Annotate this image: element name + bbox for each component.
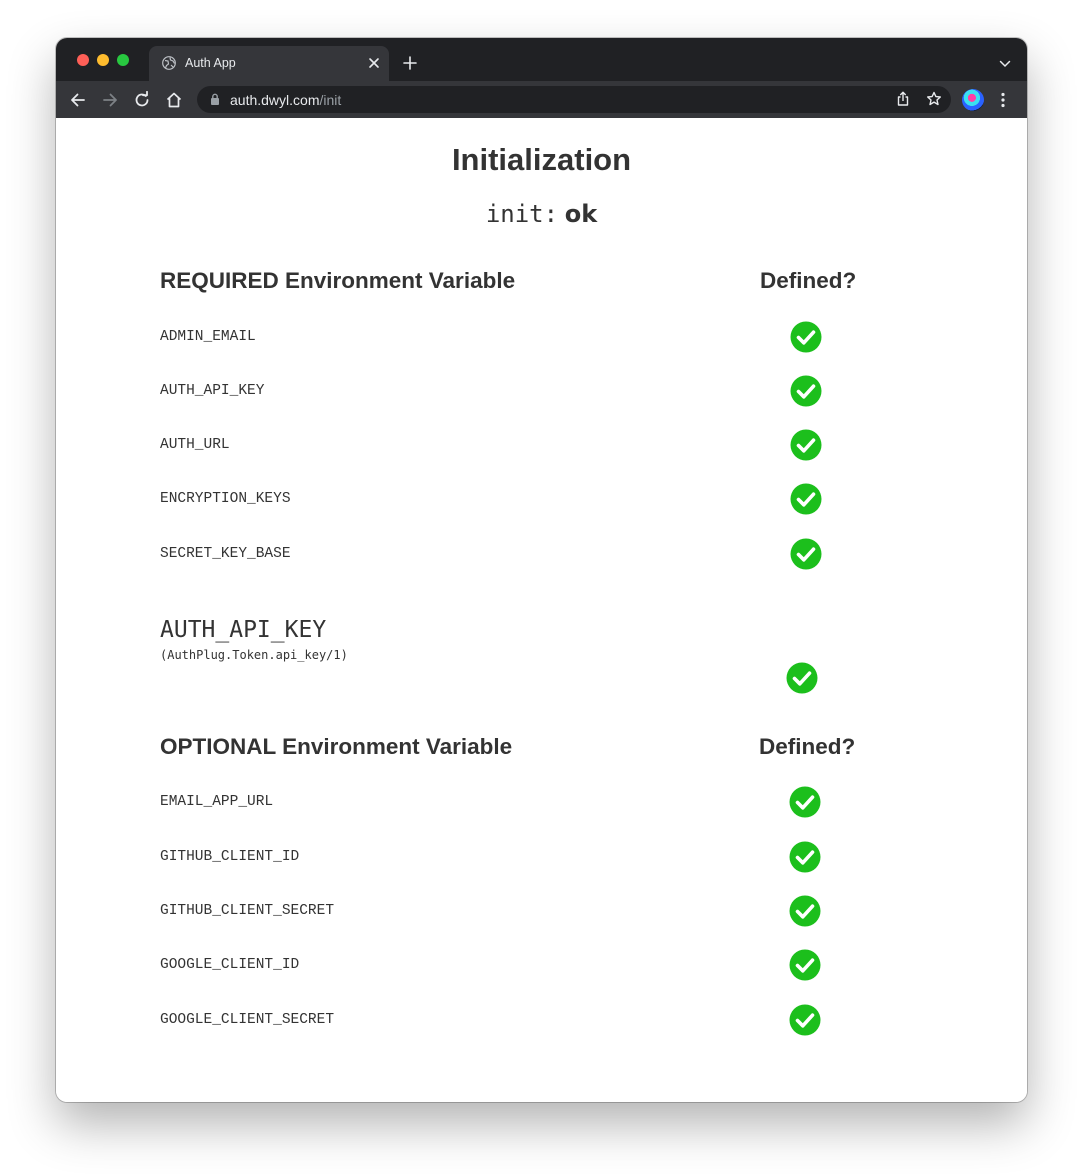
env-var-row: GOOGLE_CLIENT_SECRET bbox=[160, 1004, 880, 1036]
home-icon[interactable] bbox=[165, 91, 183, 109]
env-var-row: ENCRYPTION_KEYS bbox=[160, 483, 880, 515]
more-options-icon[interactable] bbox=[1001, 92, 1005, 108]
init-status: init: ok bbox=[56, 200, 1027, 229]
check-circle-icon bbox=[790, 429, 822, 461]
url-host: auth.dwyl.com bbox=[230, 92, 320, 108]
required-defined-heading: Defined? bbox=[760, 268, 857, 293]
env-var-row: GITHUB_CLIENT_SECRET bbox=[160, 895, 880, 927]
globe-icon bbox=[162, 56, 176, 70]
profile-avatar[interactable] bbox=[962, 89, 984, 111]
env-var-name: ADMIN_EMAIL bbox=[160, 329, 256, 345]
env-var-row: ADMIN_EMAIL bbox=[160, 321, 880, 353]
optional-section-heading: OPTIONAL Environment Variable bbox=[160, 734, 513, 759]
env-var-row: GOOGLE_CLIENT_ID bbox=[160, 949, 880, 981]
env-var-name: AUTH_URL bbox=[160, 437, 230, 453]
check-circle-icon bbox=[790, 375, 822, 407]
close-window-button[interactable] bbox=[77, 54, 89, 66]
env-var-row: EMAIL_APP_URL bbox=[160, 786, 880, 818]
check-circle-icon bbox=[789, 841, 821, 873]
bookmark-star-icon[interactable] bbox=[926, 91, 942, 107]
env-var-name: GOOGLE_CLIENT_SECRET bbox=[160, 1012, 335, 1028]
address-bar[interactable]: auth.dwyl.com/init bbox=[197, 86, 951, 113]
check-circle-icon bbox=[789, 1004, 821, 1036]
env-var-row: GITHUB_CLIENT_ID bbox=[160, 841, 880, 873]
init-status-value: ok bbox=[564, 200, 598, 228]
env-var-name: ENCRYPTION_KEYS bbox=[160, 491, 291, 507]
new-tab-icon[interactable] bbox=[403, 56, 417, 70]
check-circle-icon bbox=[786, 662, 818, 694]
reload-icon[interactable] bbox=[133, 91, 151, 109]
lock-icon[interactable] bbox=[210, 93, 220, 105]
chevron-down-icon[interactable] bbox=[999, 60, 1011, 68]
tab-auth-app[interactable]: Auth App bbox=[149, 46, 389, 81]
env-var-name: EMAIL_APP_URL bbox=[160, 794, 274, 810]
page-title: Initialization bbox=[451, 142, 632, 177]
env-var-row: AUTH_API_KEY bbox=[160, 375, 880, 407]
close-tab-icon[interactable] bbox=[368, 57, 380, 69]
url-path: /init bbox=[319, 92, 342, 108]
tab-title: Auth App bbox=[185, 56, 236, 70]
check-circle-icon bbox=[790, 483, 822, 515]
env-var-row: SECRET_KEY_BASE bbox=[160, 538, 880, 570]
env-var-row: AUTH_URL bbox=[160, 429, 880, 461]
env-var-name: GITHUB_CLIENT_SECRET bbox=[160, 903, 335, 919]
init-status-key: init: bbox=[485, 200, 559, 228]
back-arrow-icon[interactable] bbox=[69, 91, 87, 109]
zoom-window-button[interactable] bbox=[117, 54, 129, 66]
api-key-function: (AuthPlug.Token.api_key/1) bbox=[160, 648, 348, 662]
browser-window: Auth App auth.dwyl.com/init Initializati… bbox=[56, 38, 1027, 1102]
optional-defined-heading: Defined? bbox=[759, 734, 856, 759]
forward-arrow-icon[interactable] bbox=[101, 91, 119, 109]
check-circle-icon bbox=[789, 895, 821, 927]
env-var-name: SECRET_KEY_BASE bbox=[160, 546, 291, 562]
check-circle-icon bbox=[790, 321, 822, 353]
check-circle-icon bbox=[790, 538, 822, 570]
check-circle-icon bbox=[789, 949, 821, 981]
tab-strip: Auth App bbox=[56, 38, 1027, 81]
share-icon[interactable] bbox=[895, 91, 911, 107]
api-key-name: AUTH_API_KEY bbox=[160, 617, 327, 643]
env-var-name: GOOGLE_CLIENT_ID bbox=[160, 957, 300, 973]
page-content: Initialization init: ok REQUIRED Environ… bbox=[56, 118, 1027, 1102]
minimize-window-button[interactable] bbox=[97, 54, 109, 66]
env-var-name: AUTH_API_KEY bbox=[160, 383, 265, 399]
url-text: auth.dwyl.com/init bbox=[230, 92, 341, 108]
required-section-heading: REQUIRED Environment Variable bbox=[160, 268, 516, 293]
check-circle-icon bbox=[789, 786, 821, 818]
env-var-name: GITHUB_CLIENT_ID bbox=[160, 849, 300, 865]
browser-toolbar: auth.dwyl.com/init bbox=[56, 81, 1027, 118]
